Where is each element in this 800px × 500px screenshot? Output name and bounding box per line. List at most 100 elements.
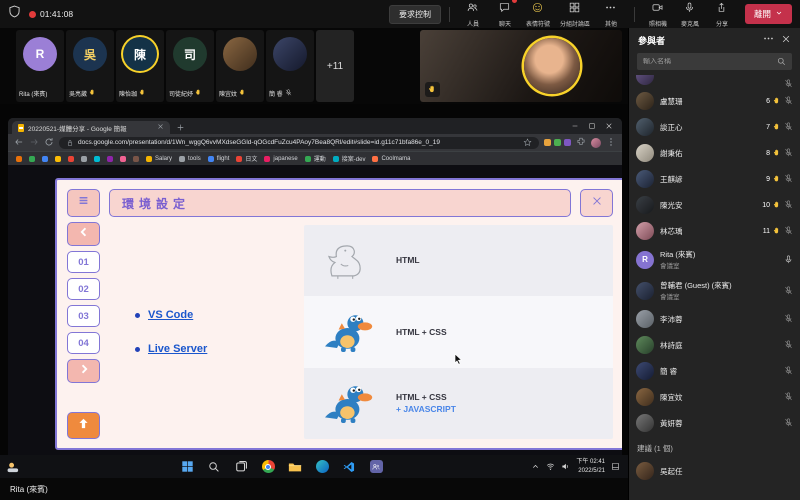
participant-row[interactable]: 林詩庭: [636, 332, 793, 358]
topbar-tab-more[interactable]: 其他: [596, 0, 626, 28]
task-view-button[interactable]: [232, 458, 250, 476]
slide-page-number[interactable]: 04: [67, 332, 100, 354]
slide-link[interactable]: Live Server: [148, 343, 207, 355]
extension-icon[interactable]: [564, 139, 571, 146]
notification-center-icon[interactable]: [611, 462, 620, 471]
bookmark-favicon-icon[interactable]: [133, 156, 139, 162]
teams-app[interactable]: [367, 458, 385, 476]
panel-close-button[interactable]: [781, 31, 791, 49]
topbar-tab-people[interactable]: 人員: [458, 0, 488, 28]
leave-button[interactable]: 離開: [745, 4, 792, 24]
participant-row[interactable]: 謝秉佑8: [636, 140, 793, 166]
bookmark-item[interactable]: 日文: [236, 154, 257, 163]
bookmark-item[interactable]: flight: [208, 156, 230, 162]
new-tab-button[interactable]: [176, 121, 185, 134]
close-window-button[interactable]: [605, 118, 613, 135]
bookmark-favicon-icon[interactable]: [120, 156, 126, 162]
participant-search[interactable]: [637, 53, 792, 70]
slide-page-number[interactable]: 01: [67, 251, 100, 273]
bookmark-favicon-icon[interactable]: [42, 156, 48, 162]
search-icon: [777, 53, 786, 71]
suggestion-row[interactable]: 吳起任: [636, 458, 793, 484]
participant-row[interactable]: 林芯瑀11: [636, 218, 793, 244]
bookmark-favicon-icon[interactable]: [81, 156, 87, 162]
volume-icon[interactable]: [561, 462, 570, 471]
chrome-app[interactable]: [259, 458, 277, 476]
profile-avatar[interactable]: [591, 138, 601, 148]
bookmark-item[interactable]: Salary: [146, 156, 172, 162]
topbar-tab-chat[interactable]: 聊天: [490, 0, 520, 28]
extension-icon[interactable]: [554, 139, 561, 146]
participant-row[interactable]: RRita (來賓)會議室: [636, 244, 793, 275]
participant-row[interactable]: [636, 75, 793, 88]
slide-prev-button[interactable]: [67, 222, 100, 246]
request-control-button[interactable]: 要求控制: [389, 5, 441, 24]
slide-close-button[interactable]: [580, 189, 613, 217]
tab-close-icon[interactable]: [157, 123, 164, 132]
search-input[interactable]: [643, 58, 773, 65]
file-explorer-app[interactable]: [286, 458, 304, 476]
bookmark-favicon-icon[interactable]: [68, 156, 74, 162]
panel-more-button[interactable]: [763, 31, 774, 49]
slide-link[interactable]: VS Code: [148, 309, 193, 321]
edge-app[interactable]: [313, 458, 331, 476]
participant-row[interactable]: 談正心7: [636, 114, 793, 140]
participant-row[interactable]: 陳宜妏: [636, 384, 793, 410]
topbar-tab-rooms[interactable]: 分組討論區: [556, 0, 594, 28]
video-tile[interactable]: 陳宜妏: [216, 30, 264, 102]
extensions-icon[interactable]: [576, 134, 586, 152]
maximize-button[interactable]: [588, 118, 596, 135]
participant-row[interactable]: 王麒諺9: [636, 166, 793, 192]
bookmark-favicon-icon[interactable]: [16, 156, 22, 162]
mic-button[interactable]: 麥克風: [675, 0, 705, 28]
start-button[interactable]: [178, 458, 196, 476]
bookmark-item[interactable]: japanese: [264, 156, 297, 162]
bookmark-star-icon[interactable]: [523, 134, 532, 152]
vscode-app[interactable]: [340, 458, 358, 476]
bookmark-item[interactable]: tools: [179, 156, 201, 162]
video-tile[interactable]: 陳陳怡珈: [116, 30, 164, 102]
bookmark-favicon-icon[interactable]: [55, 156, 61, 162]
bookmark-favicon-icon[interactable]: [107, 156, 113, 162]
participant-row[interactable]: 黃妍蓉: [636, 410, 793, 436]
bookmark-item[interactable]: 接案-dev: [333, 154, 366, 163]
forward-button[interactable]: [29, 134, 39, 152]
widgets-weather-icon[interactable]: [6, 460, 32, 474]
participant-row[interactable]: 曾輔君 (Guest) (來賓)會議室: [636, 275, 793, 306]
browser-tab[interactable]: 20220521-媒體分享 - Google 簡報: [12, 121, 170, 134]
participant-row[interactable]: 李沛蓉: [636, 306, 793, 332]
tray-expand-button[interactable]: [531, 462, 540, 471]
bookmark-item[interactable]: 運動: [305, 154, 326, 163]
topbar-tab-emoji[interactable]: 表情符號: [522, 0, 554, 28]
camera-button[interactable]: 照相機: [643, 0, 673, 28]
slide-page-number[interactable]: 02: [67, 278, 100, 300]
taskbar-clock[interactable]: 下午 02:41 2022/5/21: [576, 458, 605, 474]
minimize-button[interactable]: [571, 118, 579, 135]
video-tile[interactable]: 簡 睿: [266, 30, 314, 102]
video-tile[interactable]: RRita (來賓): [16, 30, 64, 102]
network-icon[interactable]: [546, 462, 555, 471]
slide-page-number[interactable]: 03: [67, 305, 100, 327]
participant-status-icons: 10: [762, 196, 793, 214]
slide-next-button[interactable]: [67, 359, 100, 383]
spotlight-video-tile[interactable]: [420, 30, 622, 102]
reload-button[interactable]: [44, 134, 54, 152]
address-bar[interactable]: docs.google.com/presentation/d/1Wn_wggQ6…: [59, 137, 539, 149]
bullet-icon: [135, 347, 140, 352]
bookmark-item[interactable]: Coolmama: [372, 156, 410, 162]
video-tile[interactable]: 司司徒紀妤: [166, 30, 214, 102]
taskbar-search-button[interactable]: [205, 458, 223, 476]
share-button[interactable]: 分享: [707, 0, 737, 28]
extension-icon[interactable]: [544, 139, 551, 146]
overflow-tile[interactable]: +11: [316, 30, 354, 102]
slide-menu-button[interactable]: [67, 189, 100, 217]
bookmark-favicon-icon[interactable]: [94, 156, 100, 162]
participant-row[interactable]: 盧慧珊6: [636, 88, 793, 114]
participant-row[interactable]: 簡 睿: [636, 358, 793, 384]
slide-top-button[interactable]: [67, 412, 100, 439]
back-button[interactable]: [14, 134, 24, 152]
participant-row[interactable]: 陳光安10: [636, 192, 793, 218]
video-tile[interactable]: 吳吳亮葳: [66, 30, 114, 102]
bookmark-favicon-icon[interactable]: [29, 156, 35, 162]
browser-menu-icon[interactable]: [606, 134, 616, 152]
